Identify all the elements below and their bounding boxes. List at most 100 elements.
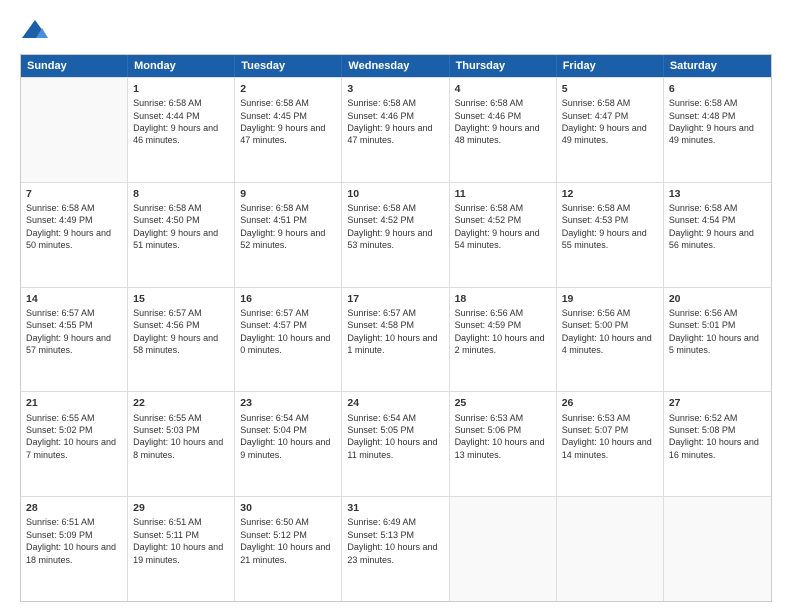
day-number: 8 bbox=[133, 187, 229, 201]
day-of-week-header: Monday bbox=[128, 55, 235, 77]
calendar-cell: 2Sunrise: 6:58 AMSunset: 4:45 PMDaylight… bbox=[235, 78, 342, 182]
logo bbox=[20, 18, 54, 44]
day-number: 12 bbox=[562, 187, 658, 201]
cell-info: Sunrise: 6:58 AMSunset: 4:52 PMDaylight:… bbox=[347, 203, 432, 250]
cell-info: Sunrise: 6:55 AMSunset: 5:02 PMDaylight:… bbox=[26, 413, 116, 460]
cell-info: Sunrise: 6:50 AMSunset: 5:12 PMDaylight:… bbox=[240, 517, 330, 564]
day-of-week-header: Thursday bbox=[450, 55, 557, 77]
day-number: 30 bbox=[240, 501, 336, 515]
calendar-cell: 18Sunrise: 6:56 AMSunset: 4:59 PMDayligh… bbox=[450, 288, 557, 392]
cell-info: Sunrise: 6:56 AMSunset: 5:00 PMDaylight:… bbox=[562, 308, 652, 355]
calendar-cell: 20Sunrise: 6:56 AMSunset: 5:01 PMDayligh… bbox=[664, 288, 771, 392]
day-number: 14 bbox=[26, 292, 122, 306]
calendar-cell: 4 Sunrise: 6:58 AMSunset: 4:46 PMDaylight… bbox=[450, 78, 557, 182]
calendar-cell: 7 Sunrise: 6:58 AMSunset: 4:49 PMDaylight… bbox=[21, 183, 128, 287]
calendar-cell: 16Sunrise: 6:57 AMSunset: 4:57 PMDayligh… bbox=[235, 288, 342, 392]
day-number: 11 bbox=[455, 187, 551, 201]
cell-info: Sunrise: 6:57 AMSunset: 4:58 PMDaylight:… bbox=[347, 308, 437, 355]
day-number: 17 bbox=[347, 292, 443, 306]
calendar-week-row: 7 Sunrise: 6:58 AMSunset: 4:49 PMDaylight… bbox=[21, 182, 771, 287]
cell-info: Sunrise: 6:58 AMSunset: 4:48 PMDaylight:… bbox=[669, 98, 754, 145]
day-of-week-header: Sunday bbox=[21, 55, 128, 77]
day-number: 29 bbox=[133, 501, 229, 515]
day-number: 15 bbox=[133, 292, 229, 306]
logo-icon bbox=[20, 18, 50, 44]
day-number: 7 bbox=[26, 187, 122, 201]
cell-info: Sunrise: 6:58 AMSunset: 4:51 PMDaylight:… bbox=[240, 203, 325, 250]
day-number: 10 bbox=[347, 187, 443, 201]
day-number: 28 bbox=[26, 501, 122, 515]
calendar-cell bbox=[450, 497, 557, 601]
calendar-cell: 27Sunrise: 6:52 AMSunset: 5:08 PMDayligh… bbox=[664, 392, 771, 496]
calendar-header: SundayMondayTuesdayWednesdayThursdayFrid… bbox=[21, 55, 771, 77]
cell-info: Sunrise: 6:58 AMSunset: 4:45 PMDaylight:… bbox=[240, 98, 325, 145]
calendar-cell: 10 Sunrise: 6:58 AMSunset: 4:52 PMDayligh… bbox=[342, 183, 449, 287]
cell-info: Sunrise: 6:58 AMSunset: 4:49 PMDaylight:… bbox=[26, 203, 111, 250]
day-number: 5 bbox=[562, 82, 658, 96]
day-of-week-header: Saturday bbox=[664, 55, 771, 77]
calendar-week-row: 28Sunrise: 6:51 AMSunset: 5:09 PMDayligh… bbox=[21, 496, 771, 601]
calendar-cell: 19Sunrise: 6:56 AMSunset: 5:00 PMDayligh… bbox=[557, 288, 664, 392]
day-of-week-header: Tuesday bbox=[235, 55, 342, 77]
calendar-week-row: 14 Sunrise: 6:57 AMSunset: 4:55 PMDayligh… bbox=[21, 287, 771, 392]
calendar-cell bbox=[664, 497, 771, 601]
cell-info: Sunrise: 6:55 AMSunset: 5:03 PMDaylight:… bbox=[133, 413, 223, 460]
calendar-cell: 1 Sunrise: 6:58 AMSunset: 4:44 PMDaylight… bbox=[128, 78, 235, 182]
cell-info: Sunrise: 6:58 AMSunset: 4:46 PMDaylight:… bbox=[455, 98, 540, 145]
cell-info: Sunrise: 6:56 AMSunset: 5:01 PMDaylight:… bbox=[669, 308, 759, 355]
calendar-cell: 12 Sunrise: 6:58 AMSunset: 4:53 PMDayligh… bbox=[557, 183, 664, 287]
cell-info: Sunrise: 6:51 AMSunset: 5:11 PMDaylight:… bbox=[133, 517, 223, 564]
cell-info: Sunrise: 6:49 AMSunset: 5:13 PMDaylight:… bbox=[347, 517, 437, 564]
calendar-cell: 5 Sunrise: 6:58 AMSunset: 4:47 PMDaylight… bbox=[557, 78, 664, 182]
calendar-cell: 17 Sunrise: 6:57 AMSunset: 4:58 PMDayligh… bbox=[342, 288, 449, 392]
calendar-cell bbox=[21, 78, 128, 182]
page: SundayMondayTuesdayWednesdayThursdayFrid… bbox=[0, 0, 792, 612]
calendar-cell: 31 Sunrise: 6:49 AMSunset: 5:13 PMDayligh… bbox=[342, 497, 449, 601]
day-number: 4 bbox=[455, 82, 551, 96]
day-of-week-header: Friday bbox=[557, 55, 664, 77]
cell-info: Sunrise: 6:58 AMSunset: 4:54 PMDaylight:… bbox=[669, 203, 754, 250]
cell-info: Sunrise: 6:58 AMSunset: 4:50 PMDaylight:… bbox=[133, 203, 218, 250]
day-number: 9 bbox=[240, 187, 336, 201]
cell-info: Sunrise: 6:54 AMSunset: 5:04 PMDaylight:… bbox=[240, 413, 330, 460]
header bbox=[20, 18, 772, 44]
cell-info: Sunrise: 6:58 AMSunset: 4:52 PMDaylight:… bbox=[455, 203, 540, 250]
day-number: 23 bbox=[240, 396, 336, 410]
cell-info: Sunrise: 6:54 AMSunset: 5:05 PMDaylight:… bbox=[347, 413, 437, 460]
day-number: 1 bbox=[133, 82, 229, 96]
day-number: 31 bbox=[347, 501, 443, 515]
calendar-cell: 9 Sunrise: 6:58 AMSunset: 4:51 PMDaylight… bbox=[235, 183, 342, 287]
calendar-cell: 26 Sunrise: 6:53 AMSunset: 5:07 PMDayligh… bbox=[557, 392, 664, 496]
calendar-cell: 13 Sunrise: 6:58 AMSunset: 4:54 PMDayligh… bbox=[664, 183, 771, 287]
day-number: 24 bbox=[347, 396, 443, 410]
day-number: 21 bbox=[26, 396, 122, 410]
calendar-cell: 3 Sunrise: 6:58 AMSunset: 4:46 PMDaylight… bbox=[342, 78, 449, 182]
calendar-cell bbox=[557, 497, 664, 601]
day-number: 25 bbox=[455, 396, 551, 410]
day-number: 6 bbox=[669, 82, 766, 96]
calendar-cell: 24 Sunrise: 6:54 AMSunset: 5:05 PMDayligh… bbox=[342, 392, 449, 496]
day-number: 13 bbox=[669, 187, 766, 201]
cell-info: Sunrise: 6:57 AMSunset: 4:56 PMDaylight:… bbox=[133, 308, 218, 355]
cell-info: Sunrise: 6:57 AMSunset: 4:55 PMDaylight:… bbox=[26, 308, 111, 355]
day-of-week-header: Wednesday bbox=[342, 55, 449, 77]
day-number: 26 bbox=[562, 396, 658, 410]
cell-info: Sunrise: 6:58 AMSunset: 4:53 PMDaylight:… bbox=[562, 203, 647, 250]
cell-info: Sunrise: 6:58 AMSunset: 4:47 PMDaylight:… bbox=[562, 98, 647, 145]
calendar-cell: 22 Sunrise: 6:55 AMSunset: 5:03 PMDayligh… bbox=[128, 392, 235, 496]
calendar-cell: 23 Sunrise: 6:54 AMSunset: 5:04 PMDayligh… bbox=[235, 392, 342, 496]
calendar-body: 1 Sunrise: 6:58 AMSunset: 4:44 PMDaylight… bbox=[21, 77, 771, 601]
calendar-cell: 28Sunrise: 6:51 AMSunset: 5:09 PMDayligh… bbox=[21, 497, 128, 601]
calendar-cell: 6 Sunrise: 6:58 AMSunset: 4:48 PMDaylight… bbox=[664, 78, 771, 182]
day-number: 22 bbox=[133, 396, 229, 410]
calendar-cell: 14 Sunrise: 6:57 AMSunset: 4:55 PMDayligh… bbox=[21, 288, 128, 392]
calendar-cell: 29 Sunrise: 6:51 AMSunset: 5:11 PMDayligh… bbox=[128, 497, 235, 601]
cell-info: Sunrise: 6:57 AMSunset: 4:57 PMDaylight:… bbox=[240, 308, 330, 355]
cell-info: Sunrise: 6:58 AMSunset: 4:44 PMDaylight:… bbox=[133, 98, 218, 145]
calendar-week-row: 21 Sunrise: 6:55 AMSunset: 5:02 PMDayligh… bbox=[21, 391, 771, 496]
cell-info: Sunrise: 6:58 AMSunset: 4:46 PMDaylight:… bbox=[347, 98, 432, 145]
cell-info: Sunrise: 6:53 AMSunset: 5:07 PMDaylight:… bbox=[562, 413, 652, 460]
day-number: 18 bbox=[455, 292, 551, 306]
cell-info: Sunrise: 6:52 AMSunset: 5:08 PMDaylight:… bbox=[669, 413, 759, 460]
day-number: 3 bbox=[347, 82, 443, 96]
